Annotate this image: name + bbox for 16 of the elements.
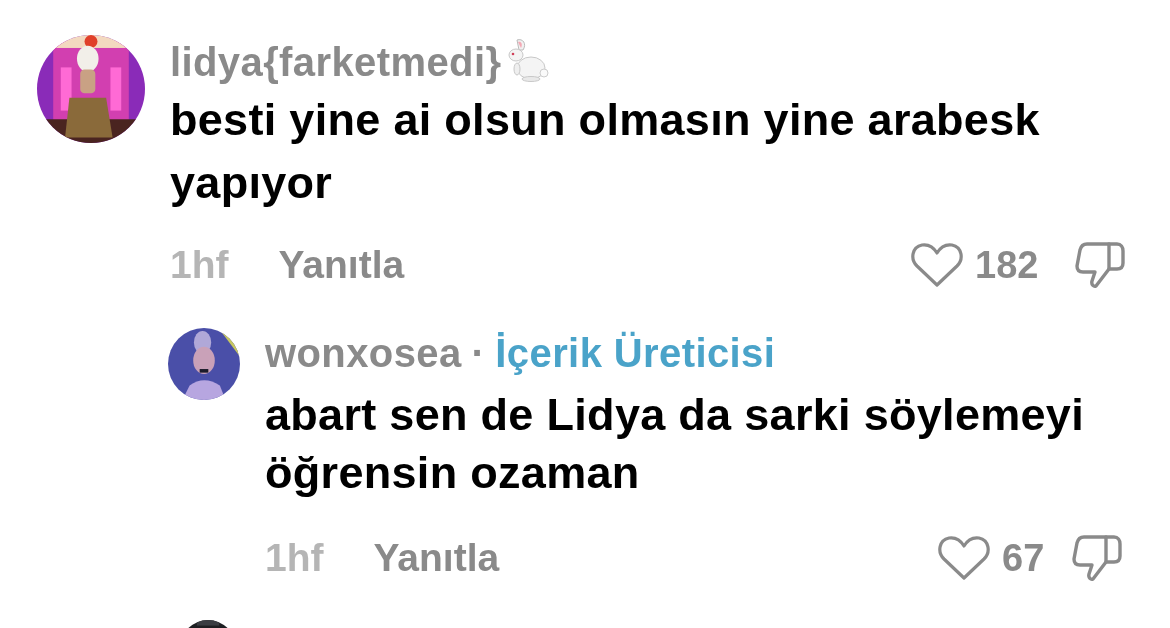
username[interactable]: wonxosea — [265, 330, 462, 376]
heart-icon[interactable] — [938, 535, 990, 581]
like-count: 182 — [975, 243, 1040, 287]
separator-dot: · — [471, 330, 486, 376]
timestamp: 1hf — [265, 536, 324, 580]
heart-icon[interactable] — [911, 242, 963, 288]
like-count: 67 — [1002, 536, 1046, 580]
comment-text: besti yine ai olsun olmasın yine arabesk yapıyor — [170, 93, 1041, 210]
reply-button[interactable]: Yanıtla — [278, 243, 405, 287]
thumbs-down-icon[interactable] — [1075, 241, 1125, 289]
thumbs-down-icon[interactable] — [1072, 534, 1122, 582]
comment-text: abart sen de Lidya da sarki söylemeyi öğrensin ozaman — [265, 388, 1085, 500]
reply-button[interactable]: Yanıtla — [373, 536, 500, 580]
timestamp: 1hf — [170, 243, 229, 287]
username[interactable]: lidya{farketmedi} — [170, 39, 502, 85]
creator-label: İçerik Üreticisi — [495, 330, 776, 376]
